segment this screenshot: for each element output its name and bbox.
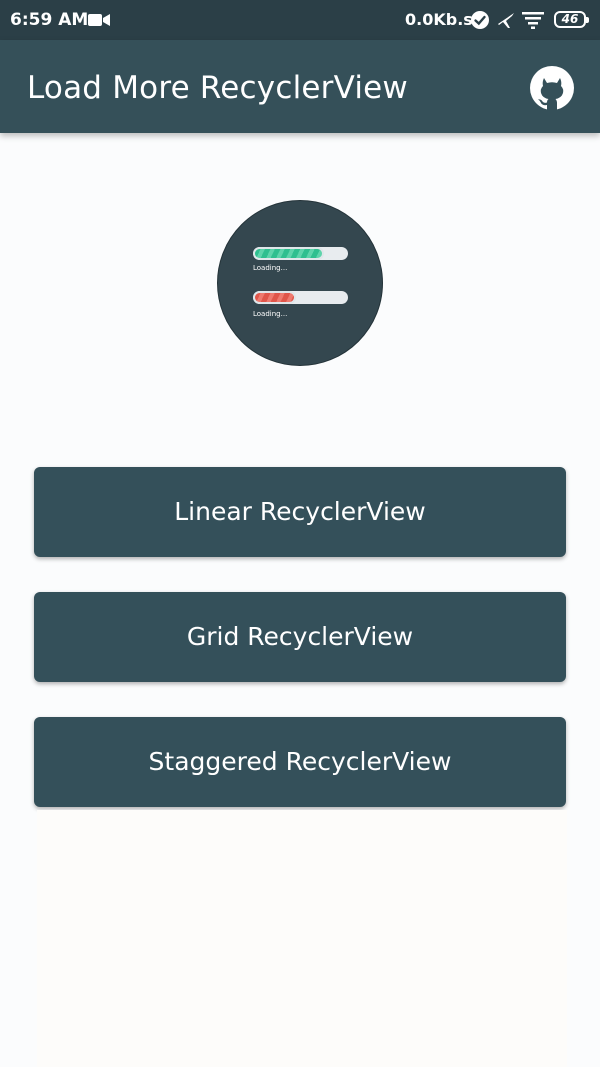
status-time: 6:59 AM — [10, 10, 89, 30]
video-camera-icon — [88, 14, 110, 26]
app-logo: Loading... Loading... — [217, 200, 383, 366]
check-circle-icon — [471, 11, 489, 29]
network-speed: 0.0Kb.s — [405, 10, 473, 29]
battery-icon: 46 — [554, 11, 589, 28]
battery-level: 46 — [561, 12, 579, 26]
app-bar: Load More RecyclerView — [0, 40, 600, 133]
progress-bar-red — [253, 291, 348, 304]
progress-fill-green — [253, 247, 325, 260]
loading-caption: Loading... — [253, 310, 288, 318]
progress-fill-red — [253, 291, 296, 304]
linear-recyclerview-button[interactable]: Linear RecyclerView — [34, 467, 566, 557]
app-title: Load More RecyclerView — [27, 70, 408, 106]
grid-recyclerview-button[interactable]: Grid RecyclerView — [34, 592, 566, 682]
wifi-icon — [522, 12, 544, 29]
airplane-icon — [498, 13, 514, 28]
content-area — [37, 810, 567, 1067]
status-bar: 6:59 AM 0.0Kb.s 46 — [0, 0, 600, 40]
loading-caption: Loading... — [253, 264, 288, 272]
github-button[interactable] — [528, 64, 576, 112]
progress-bar-green — [253, 247, 348, 260]
github-icon — [530, 66, 574, 110]
staggered-recyclerview-button[interactable]: Staggered RecyclerView — [34, 717, 566, 807]
